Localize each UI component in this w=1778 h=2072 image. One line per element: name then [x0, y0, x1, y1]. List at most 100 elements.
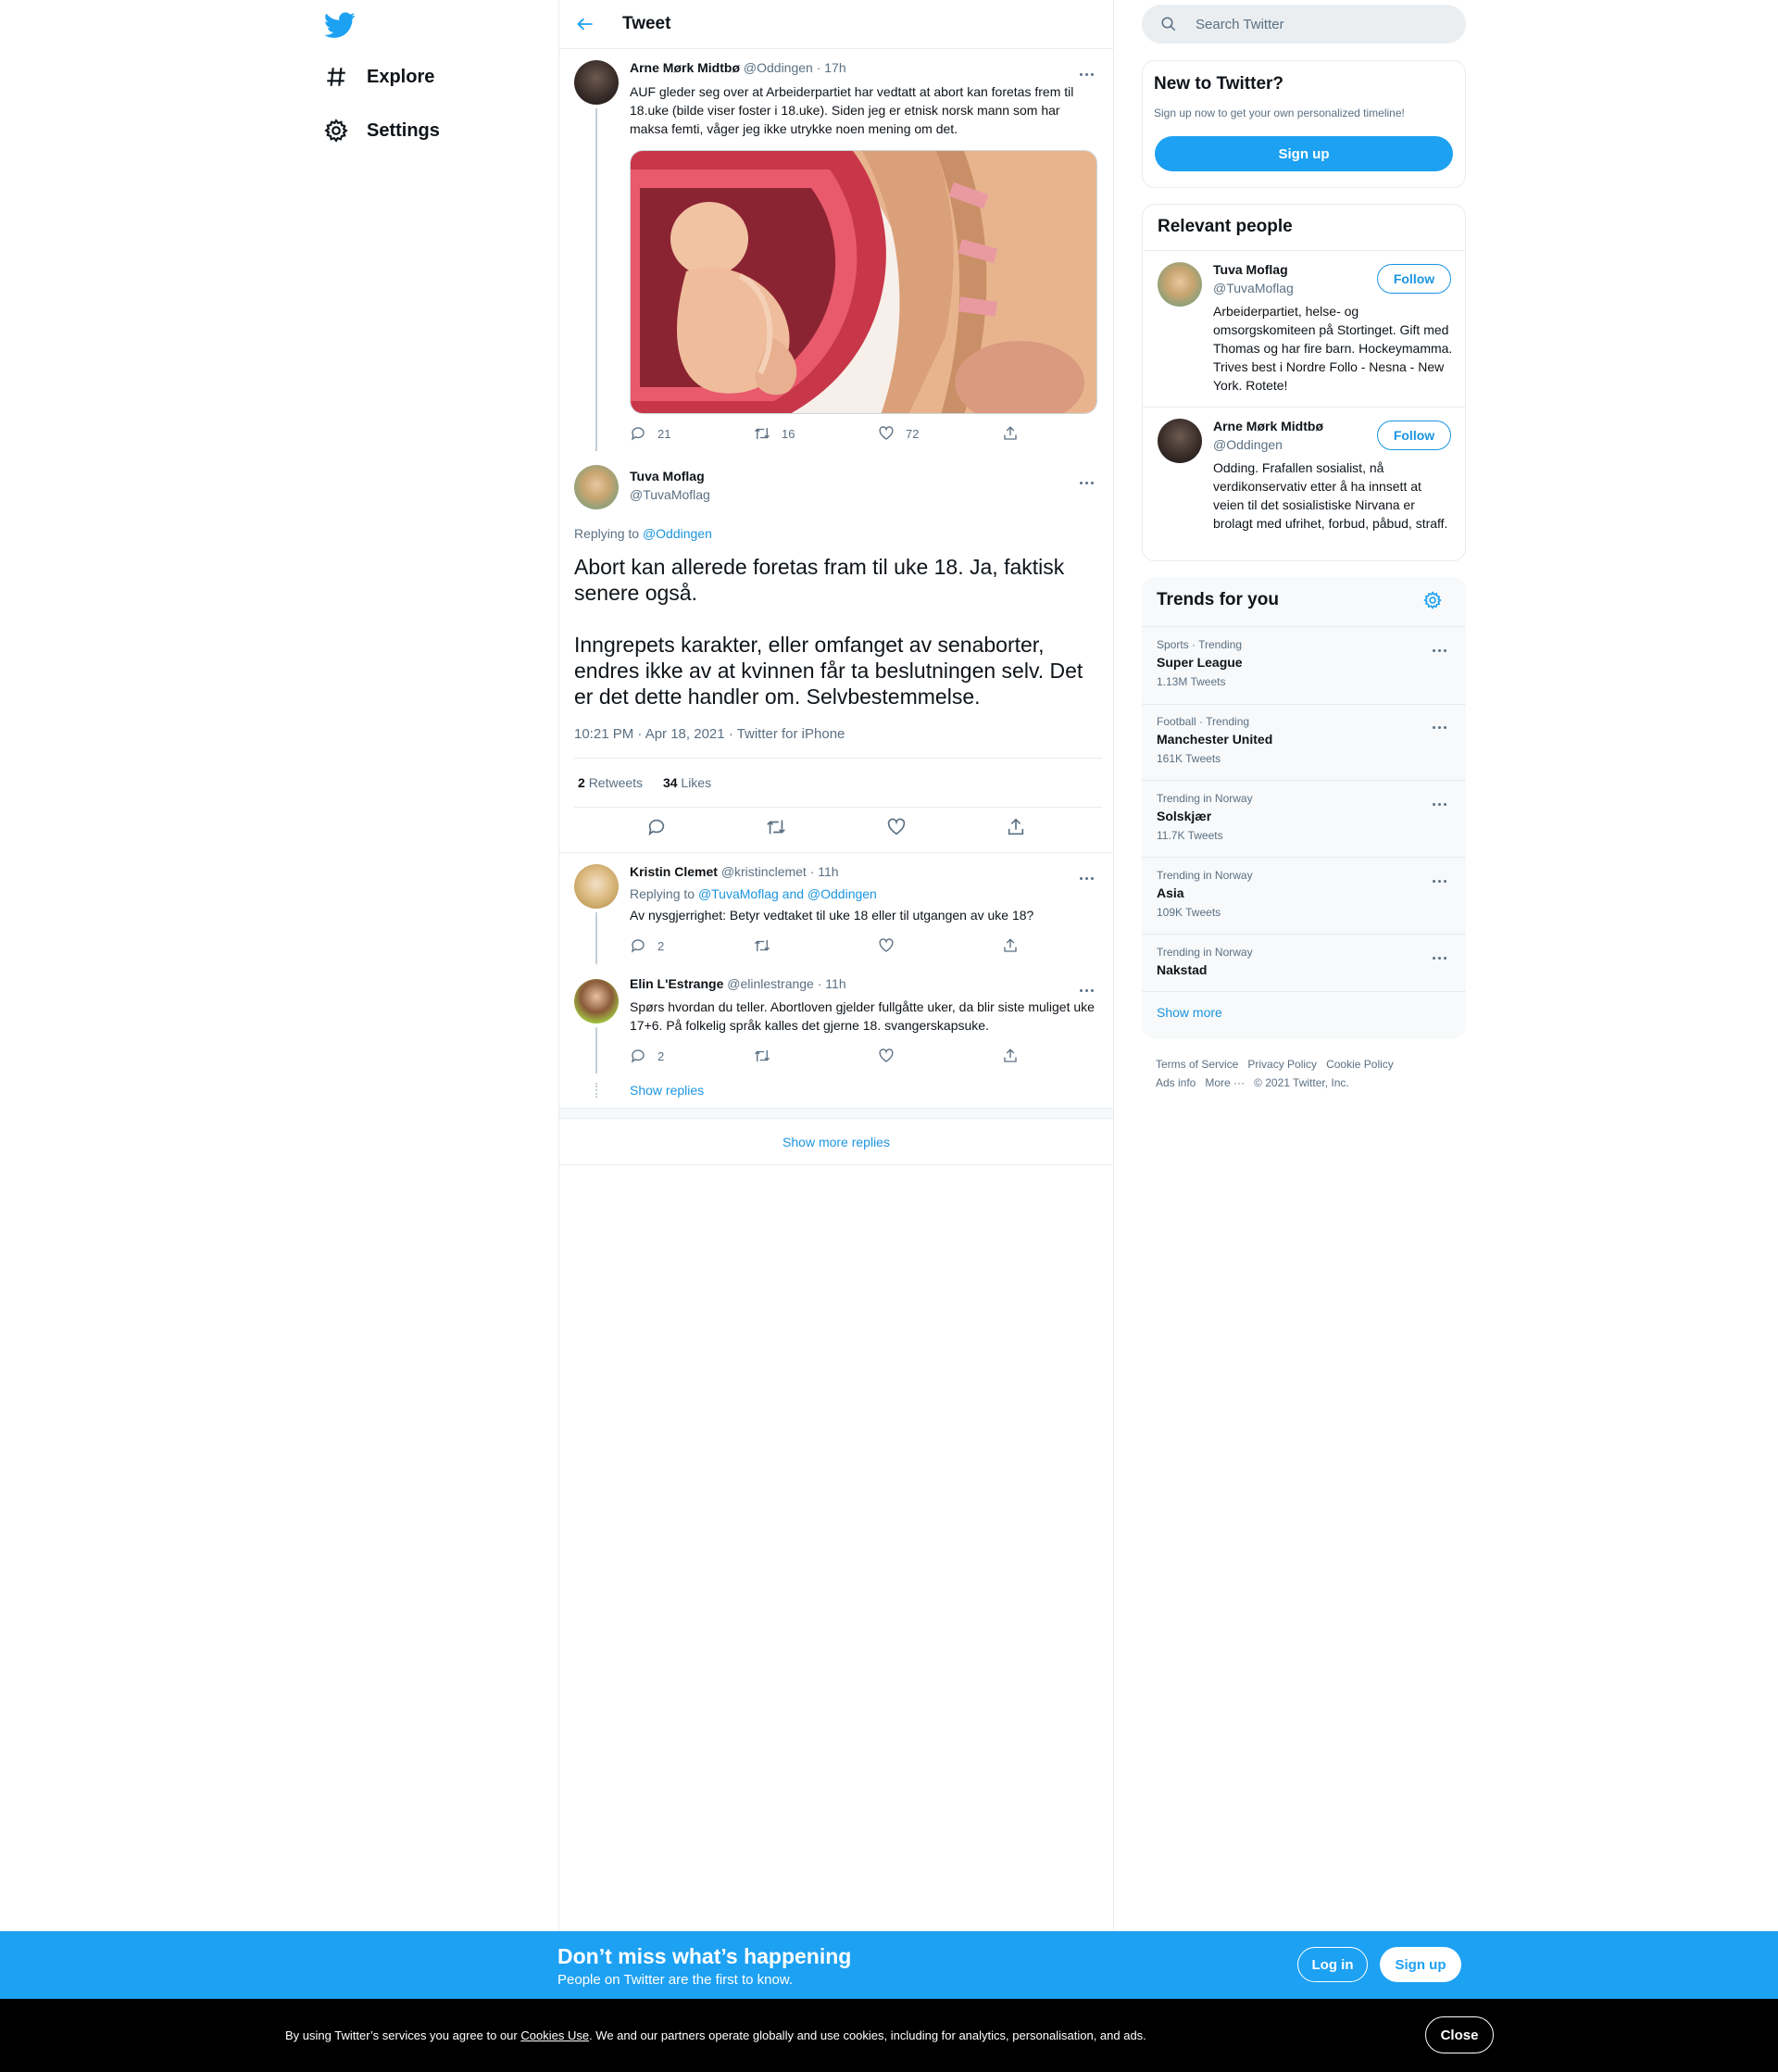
retweet-icon[interactable]	[766, 817, 786, 837]
footer-cookie-link[interactable]: Cookie Policy	[1326, 1058, 1394, 1071]
cookies-use-link[interactable]: Cookies Use	[520, 2028, 589, 2042]
share-icon[interactable]	[1006, 817, 1026, 837]
signup-button[interactable]: Sign up	[1155, 136, 1453, 171]
person-handle[interactable]: @TuvaMoflag	[1213, 281, 1294, 295]
person-name[interactable]: Tuva Moflag	[1213, 262, 1288, 277]
replying-link[interactable]: @TuvaMoflag and @Oddingen	[698, 886, 877, 901]
back-arrow-icon[interactable]	[576, 15, 595, 33]
footer-more-link[interactable]: More ···	[1205, 1076, 1245, 1089]
parent-tweet[interactable]: Arne Mørk Midtbø @Oddingen · 17h AUF gle…	[559, 49, 1113, 451]
like-button[interactable]	[878, 1048, 1002, 1064]
person-card[interactable]: Tuva Moflag @TuvaMoflag Follow Arbeiderp…	[1143, 251, 1465, 407]
nav-explore[interactable]: Explore	[324, 54, 434, 100]
tweet-text-p1: Abort kan allerede foretas fram til uke …	[574, 555, 1065, 605]
trend-name: Super League	[1157, 655, 1243, 670]
person-handle[interactable]: @Oddingen	[1213, 437, 1283, 452]
share-button[interactable]	[1002, 425, 1126, 442]
more-icon[interactable]	[1078, 472, 1096, 484]
show-replies-link[interactable]: Show replies	[630, 1083, 704, 1098]
relevant-people-card: Relevant people Tuva Moflag @TuvaMoflag …	[1142, 204, 1466, 561]
author-name[interactable]: Tuva Moflag	[630, 469, 705, 485]
footer-copyright: © 2021 Twitter, Inc.	[1254, 1076, 1349, 1089]
author-name[interactable]: Arne Mørk Midtbø	[630, 60, 740, 75]
footer-links: Terms of Service Privacy Policy Cookie P…	[1156, 1055, 1461, 1092]
banner-signup-button[interactable]: Sign up	[1380, 1947, 1461, 1982]
relevant-people-title: Relevant people	[1158, 217, 1293, 236]
tweet-image[interactable]	[630, 150, 1097, 414]
likes-stat[interactable]: 34 Likes	[663, 775, 711, 790]
follow-button[interactable]: Follow	[1377, 264, 1451, 294]
reply-icon[interactable]	[646, 817, 667, 837]
trend-item[interactable]: Football · Trending Manchester United 16…	[1142, 704, 1466, 781]
heart-icon	[879, 426, 894, 440]
heart-icon[interactable]	[886, 817, 907, 837]
footer-privacy-link[interactable]: Privacy Policy	[1247, 1058, 1317, 1071]
more-icon[interactable]	[1431, 640, 1449, 652]
tweet-time[interactable]: · 17h	[817, 60, 846, 75]
share-button[interactable]	[1002, 1048, 1126, 1064]
retweets-stat[interactable]: 2 Retweets	[578, 775, 643, 790]
replying-link[interactable]: @Oddingen	[643, 526, 712, 541]
trend-count: 11.7K Tweets	[1157, 829, 1223, 842]
reply-button[interactable]: 21	[630, 425, 754, 442]
avatar[interactable]	[574, 864, 619, 909]
footer-terms-link[interactable]: Terms of Service	[1156, 1058, 1238, 1071]
trend-item[interactable]: Trending in Norway Asia 109K Tweets	[1142, 858, 1466, 935]
nav-settings[interactable]: Settings	[324, 107, 440, 154]
author-name[interactable]: Elin L'Estrange	[630, 976, 723, 991]
reply-icon	[631, 939, 645, 953]
reply-icon	[631, 427, 645, 441]
follow-button[interactable]: Follow	[1377, 421, 1451, 450]
focused-tweet: Tuva Moflag @TuvaMoflag Replying to @Odd…	[559, 454, 1113, 852]
more-icon[interactable]	[1078, 980, 1096, 992]
footer-ads-link[interactable]: Ads info	[1156, 1076, 1196, 1089]
tweet-text: Av nysgjerrighet: Betyr vedtaket til uke…	[630, 908, 1034, 923]
tweet-time[interactable]: · 11h	[810, 864, 839, 879]
section-separator	[559, 1108, 1113, 1119]
retweet-button[interactable]	[754, 1048, 878, 1064]
reply-tweet[interactable]: Elin L'Estrange @elinlestrange · 11h Spø…	[559, 964, 1113, 1103]
more-icon[interactable]	[1431, 717, 1449, 729]
trend-item[interactable]: Trending in Norway Nakstad	[1142, 935, 1466, 992]
reply-button[interactable]: 2	[630, 1048, 754, 1064]
more-icon[interactable]	[1431, 948, 1449, 960]
avatar[interactable]	[574, 60, 619, 105]
author-handle[interactable]: @TuvaMoflag	[630, 487, 710, 502]
twitter-logo-icon[interactable]	[324, 9, 356, 41]
reply-tweet[interactable]: Kristin Clemet @kristinclemet · 11h Repl…	[559, 853, 1113, 964]
cookie-text: By using Twitter’s services you agree to…	[285, 2028, 1146, 2042]
more-icon[interactable]	[1431, 871, 1449, 883]
avatar[interactable]	[1158, 419, 1202, 463]
login-button[interactable]: Log in	[1297, 1947, 1368, 1982]
tweet-meta[interactable]: 10:21 PM · Apr 18, 2021 · Twitter for iP…	[574, 726, 845, 742]
reply-button[interactable]: 2	[630, 937, 754, 954]
person-card[interactable]: Arne Mørk Midtbø @Oddingen Follow Odding…	[1143, 408, 1465, 561]
close-button[interactable]: Close	[1425, 2016, 1494, 2053]
trend-item[interactable]: Trending in Norway Solskjær 11.7K Tweets	[1142, 781, 1466, 858]
tweet-time[interactable]: · 11h	[818, 976, 846, 991]
retweet-button[interactable]	[754, 937, 878, 954]
avatar[interactable]	[574, 979, 619, 1023]
like-button[interactable]: 72	[878, 425, 1002, 442]
author-handle[interactable]: @kristinclemet	[721, 864, 807, 879]
show-more-trends-link[interactable]: Show more	[1157, 1005, 1222, 1020]
more-icon[interactable]	[1078, 64, 1096, 76]
share-button[interactable]	[1002, 937, 1126, 954]
retweet-button[interactable]: 16	[754, 425, 878, 442]
author-handle[interactable]: @Oddingen	[744, 60, 813, 75]
show-more-replies-button[interactable]: Show more replies	[559, 1119, 1113, 1165]
tweet-header: Arne Mørk Midtbø @Oddingen · 17h	[630, 60, 846, 75]
person-name[interactable]: Arne Mørk Midtbø	[1213, 419, 1323, 433]
hashtag-icon	[327, 68, 345, 86]
settings-gear-icon[interactable]	[1423, 591, 1442, 609]
trend-item[interactable]: Sports · Trending Super League 1.13M Twe…	[1142, 627, 1466, 705]
more-icon[interactable]	[1431, 794, 1449, 806]
more-icon[interactable]	[1078, 868, 1096, 880]
author-handle[interactable]: @elinlestrange	[727, 976, 814, 991]
avatar[interactable]	[1158, 262, 1202, 307]
search-input[interactable]: Search Twitter	[1142, 5, 1466, 44]
tweet-text-p2: Inngrepets karakter, eller omfanget av s…	[574, 633, 1083, 709]
avatar[interactable]	[574, 465, 619, 509]
like-button[interactable]	[878, 937, 1002, 954]
author-name[interactable]: Kristin Clemet	[630, 864, 718, 879]
